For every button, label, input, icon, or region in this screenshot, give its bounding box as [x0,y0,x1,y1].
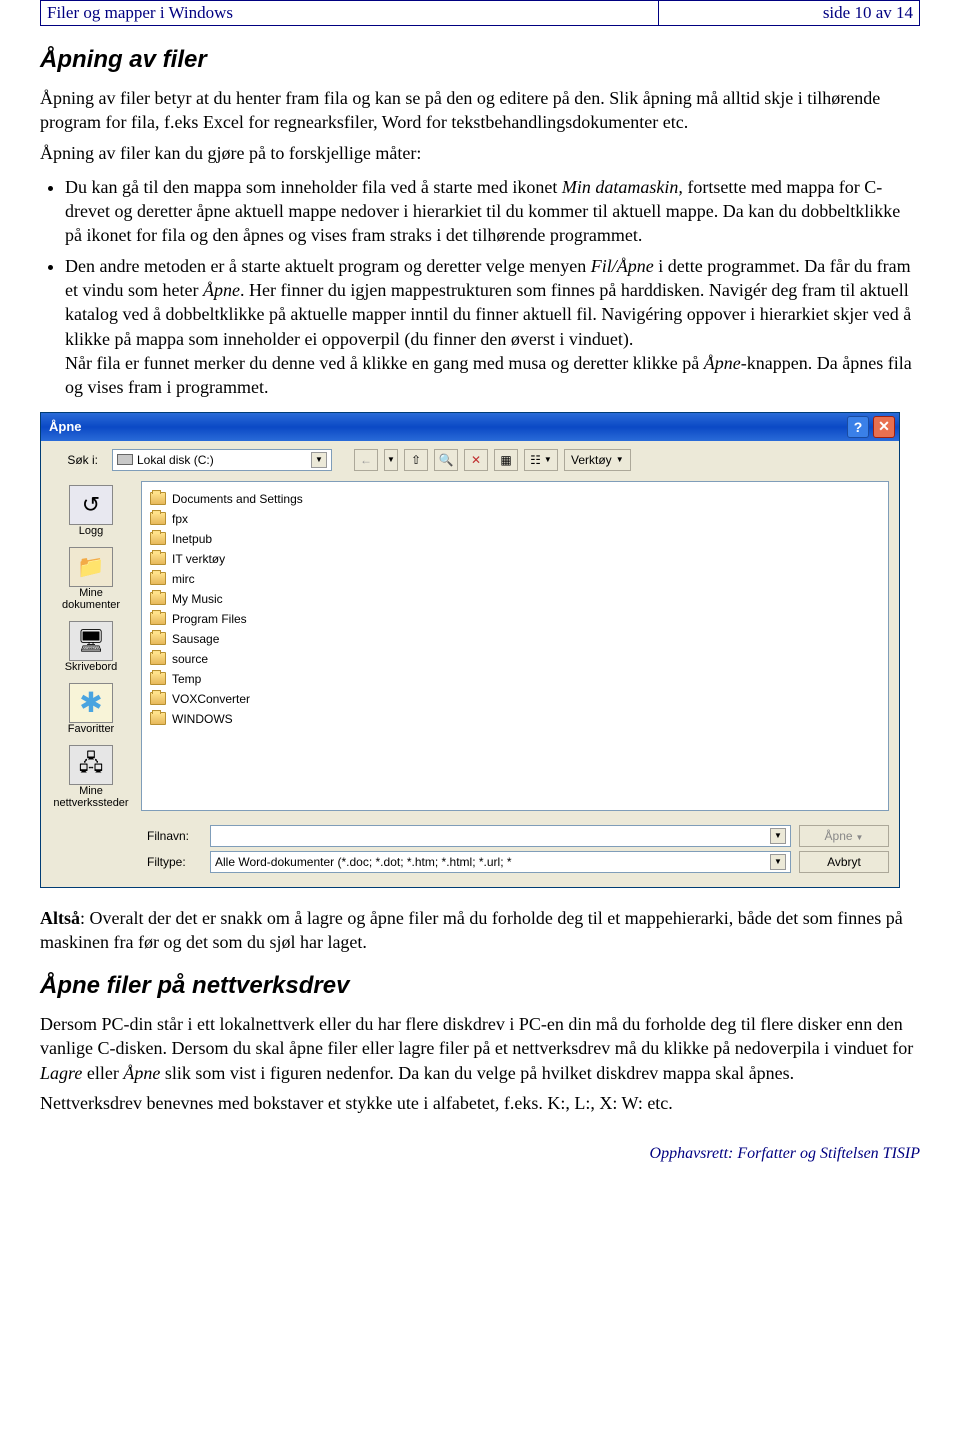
paragraph-network: Dersom PC-din står i ett lokalnettverk e… [40,1012,920,1085]
list-item[interactable]: fpx [150,510,880,528]
searchin-dropdown[interactable]: Lokal disk (C:) ▼ [112,449,332,471]
desktop-icon: 🖥 [69,621,113,661]
place-history[interactable]: ↺ Logg [47,485,135,537]
searchin-value: Lokal disk (C:) [137,453,214,467]
folder-icon [150,512,166,525]
page-footer: Opphavsrett: Forfatter og Stiftelsen TIS… [40,1145,920,1163]
places-bar: ↺ Logg 📁 Mine dokumenter 🖥 Skrivebord ✱ … [41,481,141,817]
folder-icon [150,532,166,545]
methods-list: Du kan gå til den mappa som inneholder f… [65,175,920,400]
disk-icon [117,454,133,465]
close-button[interactable]: ✕ [873,416,895,438]
open-button[interactable]: Åpne▼ [799,825,889,847]
folder-icon [150,712,166,725]
place-network[interactable]: 🖧 Mine nettverkssteder [47,745,135,809]
folder-icon [150,632,166,645]
back-dropdown[interactable]: ▼ [384,449,398,471]
folder-icon [150,592,166,605]
filetype-label: Filtype: [147,855,202,869]
folder-icon [150,692,166,705]
paragraph-intro: Åpning av filer betyr at du henter fram … [40,86,920,135]
folder-icon [150,572,166,585]
list-item[interactable]: Documents and Settings [150,490,880,508]
paragraph-drive-letters: Nettverksdrev benevnes med bokstaver et … [40,1091,920,1115]
list-item[interactable]: Inetpub [150,530,880,548]
list-item[interactable]: VOXConverter [150,690,880,708]
header-page-number: side 10 av 14 [659,1,919,25]
dialog-title: Åpne [49,419,82,434]
dialog-toolbar: Søk i: Lokal disk (C:) ▼ ← ▼ ⇧ 🔍 ✕ ▦ ☷▼ … [41,441,899,481]
place-favorites[interactable]: ✱ Favoritter [47,683,135,735]
folder-icon [150,492,166,505]
page-header: Filer og mapper i Windows side 10 av 14 [40,0,920,26]
cancel-button[interactable]: Avbryt [799,851,889,873]
back-button[interactable]: ← [354,449,378,471]
paragraph-methods: Åpning av filer kan du gjøre på to forsk… [40,141,920,165]
folder-icon: 📁 [69,547,113,587]
place-desktop[interactable]: 🖥 Skrivebord [47,621,135,673]
file-list-pane[interactable]: Documents and Settings fpx Inetpub IT ve… [141,481,889,811]
help-button[interactable]: ? [847,416,869,438]
chevron-down-icon: ▼ [770,828,786,844]
paragraph-summary: Altså: Overalt der det er snakk om å lag… [40,906,920,955]
list-item[interactable]: IT verktøy [150,550,880,568]
list-item[interactable]: My Music [150,590,880,608]
folder-icon [150,612,166,625]
list-item[interactable]: WINDOWS [150,710,880,728]
header-left: Filer og mapper i Windows [41,1,659,25]
folder-icon [150,672,166,685]
dialog-titlebar[interactable]: Åpne ? ✕ [41,413,899,441]
folder-icon [150,652,166,665]
chevron-down-icon: ▼ [770,854,786,870]
list-item[interactable]: mirc [150,570,880,588]
star-icon: ✱ [69,683,113,723]
list-item[interactable]: Sausage [150,630,880,648]
search-web-button[interactable]: 🔍 [434,449,458,471]
list-item[interactable]: Temp [150,670,880,688]
filename-label: Filnavn: [147,829,202,843]
filename-input[interactable]: ▼ [210,825,791,847]
new-folder-button[interactable]: ▦ [494,449,518,471]
filetype-dropdown[interactable]: Alle Word-dokumenter (*.doc; *.dot; *.ht… [210,851,791,873]
searchin-label: Søk i: [51,453,106,467]
folder-icon [150,552,166,565]
place-mydocs[interactable]: 📁 Mine dokumenter [47,547,135,611]
open-dialog: Åpne ? ✕ Søk i: Lokal disk (C:) ▼ ← ▼ ⇧ … [40,412,900,888]
list-item: Den andre metoden er å starte aktuelt pr… [65,254,920,400]
list-item[interactable]: Program Files [150,610,880,628]
up-button[interactable]: ⇧ [404,449,428,471]
section-title-network-drives: Åpne filer på nettverksdrev [40,972,920,1000]
section-title-opening-files: Åpning av filer [40,46,920,74]
list-item: Du kan gå til den mappa som inneholder f… [65,175,920,248]
history-icon: ↺ [69,485,113,525]
chevron-down-icon: ▼ [311,452,327,468]
delete-button[interactable]: ✕ [464,449,488,471]
network-icon: 🖧 [69,745,113,785]
tools-menu[interactable]: Verktøy▼ [564,449,631,471]
views-button[interactable]: ☷▼ [524,449,558,471]
list-item[interactable]: source [150,650,880,668]
